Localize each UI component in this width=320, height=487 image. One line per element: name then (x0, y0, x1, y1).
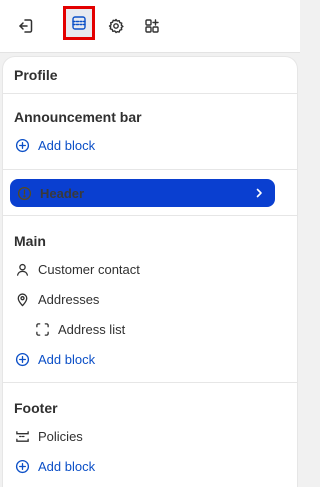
add-block-label: Add block (38, 351, 96, 367)
add-block-main[interactable]: Add block (14, 348, 95, 370)
add-block-label: Add block (38, 458, 96, 474)
settings-button[interactable] (100, 10, 132, 42)
sections-button[interactable] (63, 6, 95, 40)
sections-icon (71, 15, 87, 31)
add-block-footer[interactable]: Add block (14, 455, 95, 477)
block-label: Addresses (38, 291, 100, 307)
block-label: Address list (58, 321, 126, 337)
policies-icon (14, 428, 30, 444)
section-header-label: Header (40, 185, 85, 201)
person-icon (14, 261, 30, 277)
apps-button[interactable] (136, 10, 168, 42)
chevron-right-icon (251, 185, 267, 201)
location-pin-icon (14, 291, 30, 307)
editor-toolbar (0, 0, 300, 53)
block-addresses[interactable]: Addresses (14, 288, 99, 310)
section-title-announcement-bar: Announcement bar (14, 109, 142, 125)
divider (3, 93, 297, 94)
exit-button[interactable] (10, 10, 42, 42)
plus-circle-icon (14, 458, 30, 474)
add-block-label: Add block (38, 137, 96, 153)
section-title-main: Main (14, 233, 46, 249)
exit-icon (17, 17, 35, 35)
block-label: Policies (38, 428, 83, 444)
block-frame-icon (34, 321, 50, 337)
sections-panel: Profile Announcement bar Add block Heade… (3, 57, 297, 487)
block-label: Customer contact (38, 261, 140, 277)
section-header[interactable]: Header (10, 179, 275, 207)
apps-icon (144, 18, 160, 34)
plus-circle-icon (14, 351, 30, 367)
page-title: Profile (14, 67, 58, 83)
plus-circle-icon (14, 137, 30, 153)
add-block-announcement-bar[interactable]: Add block (14, 134, 95, 156)
block-customer-contact[interactable]: Customer contact (14, 258, 140, 280)
warning-circle-icon (16, 185, 32, 201)
block-address-list[interactable]: Address list (34, 318, 125, 340)
divider (3, 215, 297, 216)
block-policies[interactable]: Policies (14, 425, 83, 447)
gear-icon (108, 18, 124, 34)
divider (3, 169, 297, 170)
section-title-footer: Footer (14, 400, 58, 416)
divider (3, 382, 297, 383)
